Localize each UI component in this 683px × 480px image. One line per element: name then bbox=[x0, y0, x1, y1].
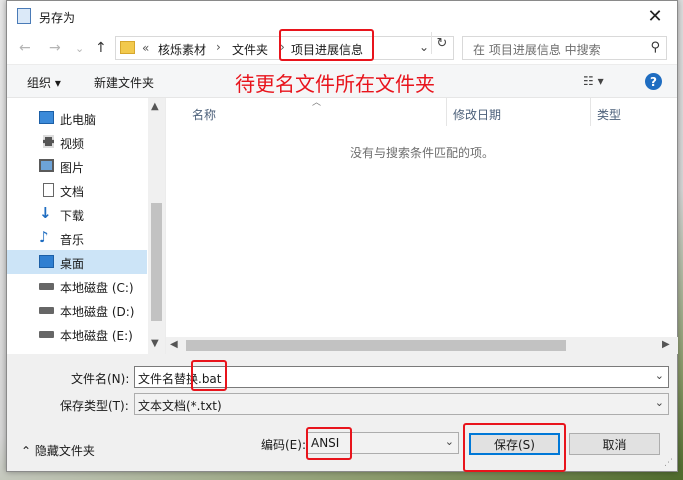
scroll-down-icon[interactable]: ▼ bbox=[151, 338, 159, 349]
filetype-value[interactable]: 文本文档(*.txt) bbox=[138, 397, 222, 414]
sidebar-item-label: 文档 bbox=[60, 185, 85, 199]
highlight-box-current-folder bbox=[279, 29, 374, 61]
search-icon[interactable]: ⚲ bbox=[650, 40, 660, 55]
address-dropdown-icon[interactable]: ⌄ bbox=[419, 40, 429, 54]
cancel-button[interactable]: 取消 bbox=[569, 433, 660, 455]
sidebar-item-this-pc[interactable]: 此电脑 bbox=[7, 106, 147, 130]
window-title: 另存为 bbox=[39, 11, 76, 25]
sidebar-item-label: 本地磁盘 (D:) bbox=[60, 305, 135, 319]
help-icon[interactable]: ? bbox=[645, 73, 662, 90]
column-header-date[interactable]: 修改日期 bbox=[453, 106, 501, 123]
highlight-box-extension bbox=[191, 360, 227, 391]
chevron-up-icon: ⌃ bbox=[21, 444, 32, 458]
filetype-select[interactable]: 文本文档(*.txt) ⌄ bbox=[134, 393, 669, 415]
drive-icon bbox=[39, 307, 54, 314]
breadcrumb-separator[interactable]: › bbox=[216, 40, 221, 54]
filetype-label: 保存类型(T): bbox=[60, 399, 129, 413]
sidebar-item-documents[interactable]: 文档 bbox=[7, 178, 147, 202]
annotation-text: 待更名文件所在文件夹 bbox=[235, 72, 435, 96]
sidebar-item-drive-d[interactable]: 本地磁盘 (D:) bbox=[7, 298, 147, 322]
recent-locations-icon[interactable]: ⌄ bbox=[75, 42, 84, 55]
title-bar: 另存为 ✕ bbox=[7, 1, 677, 32]
refresh-icon[interactable]: ↻ bbox=[431, 32, 452, 54]
sidebar-item-label: 音乐 bbox=[60, 233, 85, 247]
scrollbar-thumb[interactable] bbox=[151, 203, 162, 321]
highlight-box-save bbox=[463, 423, 566, 472]
sidebar-item-label: 桌面 bbox=[60, 257, 85, 271]
search-placeholder: 在 项目进展信息 中搜索 bbox=[473, 43, 601, 57]
forward-icon[interactable]: → bbox=[49, 40, 61, 56]
scroll-up-icon[interactable]: ▲ bbox=[151, 101, 159, 112]
sidebar-item-music[interactable]: ♪ 音乐 bbox=[7, 226, 147, 250]
column-divider[interactable] bbox=[590, 98, 591, 126]
column-header-name[interactable]: 名称 bbox=[192, 106, 216, 123]
resize-grip-icon[interactable]: ⋰ bbox=[664, 458, 673, 468]
scroll-left-icon[interactable]: ◀ bbox=[170, 339, 178, 350]
column-divider[interactable] bbox=[446, 98, 447, 126]
back-icon[interactable]: ← bbox=[19, 40, 31, 56]
drive-icon bbox=[39, 331, 54, 338]
hide-folders-label: 隐藏文件夹 bbox=[34, 444, 95, 458]
notepad-icon bbox=[17, 8, 31, 24]
file-list: ︿ 名称 修改日期 类型 没有与搜索条件匹配的项。 ◀ ▶ bbox=[165, 98, 678, 354]
chevron-down-icon[interactable]: ⌄ bbox=[655, 396, 664, 409]
save-as-dialog: 另存为 ✕ ← → ⌄ ↑ « 核烁素材 › 文件夹 › 项目进展信息 ⌄ ↻ … bbox=[6, 0, 678, 472]
computer-icon bbox=[39, 111, 54, 124]
breadcrumb-overflow[interactable]: « bbox=[142, 41, 149, 55]
sidebar-item-label: 图片 bbox=[60, 161, 85, 175]
scroll-right-icon[interactable]: ▶ bbox=[662, 339, 670, 350]
drive-icon bbox=[39, 283, 54, 290]
file-list-scrollbar[interactable]: ◀ ▶ bbox=[166, 337, 678, 354]
navigation-pane: 此电脑 视频 图片 文档 ↓ 下载 ♪ 音乐 桌面 本地磁盘 (C:) 本地磁盘… bbox=[7, 98, 165, 354]
breadcrumb-item[interactable]: 核烁素材 bbox=[158, 41, 206, 58]
chevron-down-icon[interactable]: ⌄ bbox=[655, 369, 664, 382]
navigation-scrollbar[interactable]: ▲ ▼ bbox=[148, 98, 165, 354]
up-folder-icon[interactable]: ↑ bbox=[95, 40, 107, 56]
sidebar-item-drive-e[interactable]: 本地磁盘 (E:) bbox=[7, 322, 147, 346]
new-folder-button[interactable]: 新建文件夹 bbox=[94, 74, 154, 91]
column-header-type[interactable]: 类型 bbox=[597, 106, 621, 123]
music-icon: ♪ bbox=[39, 228, 49, 246]
sidebar-item-desktop[interactable]: 桌面 bbox=[7, 250, 147, 274]
organize-menu[interactable]: 组织 ▾ bbox=[27, 74, 61, 91]
sort-ascending-icon: ︿ bbox=[312, 98, 322, 108]
sidebar-item-label: 此电脑 bbox=[60, 113, 97, 127]
picture-icon bbox=[39, 159, 54, 172]
hide-folders-toggle[interactable]: ⌃ 隐藏文件夹 bbox=[21, 442, 95, 459]
encoding-label: 编码(E): bbox=[261, 438, 306, 452]
sidebar-item-label: 视频 bbox=[60, 137, 85, 151]
sidebar-item-videos[interactable]: 视频 bbox=[7, 130, 147, 154]
desktop-icon bbox=[39, 255, 54, 268]
highlight-box-encoding bbox=[306, 427, 352, 460]
document-icon bbox=[43, 183, 54, 197]
download-icon: ↓ bbox=[39, 204, 52, 222]
view-options-icon[interactable]: ☷ ▾ bbox=[583, 74, 604, 88]
sidebar-item-pictures[interactable]: 图片 bbox=[7, 154, 147, 178]
chevron-down-icon[interactable]: ⌄ bbox=[445, 435, 454, 448]
command-bar: 组织 ▾ 新建文件夹 待更名文件所在文件夹 ☷ ▾ ? bbox=[7, 64, 677, 98]
sidebar-item-label: 本地磁盘 (C:) bbox=[60, 281, 134, 295]
sidebar-item-label: 下载 bbox=[60, 209, 85, 223]
filename-label: 文件名(N): bbox=[71, 372, 130, 386]
breadcrumb-item[interactable]: 文件夹 bbox=[232, 41, 268, 58]
sidebar-item-label: 本地磁盘 (E:) bbox=[60, 329, 133, 343]
search-box[interactable]: 在 项目进展信息 中搜索 ⚲ bbox=[462, 36, 667, 60]
video-icon bbox=[43, 135, 54, 148]
folder-icon bbox=[120, 41, 135, 54]
empty-list-message: 没有与搜索条件匹配的项。 bbox=[349, 146, 494, 160]
sidebar-item-downloads[interactable]: ↓ 下载 bbox=[7, 202, 147, 226]
sidebar-item-drive-c[interactable]: 本地磁盘 (C:) bbox=[7, 274, 147, 298]
scrollbar-thumb[interactable] bbox=[186, 340, 566, 351]
close-button[interactable]: ✕ bbox=[633, 1, 677, 32]
